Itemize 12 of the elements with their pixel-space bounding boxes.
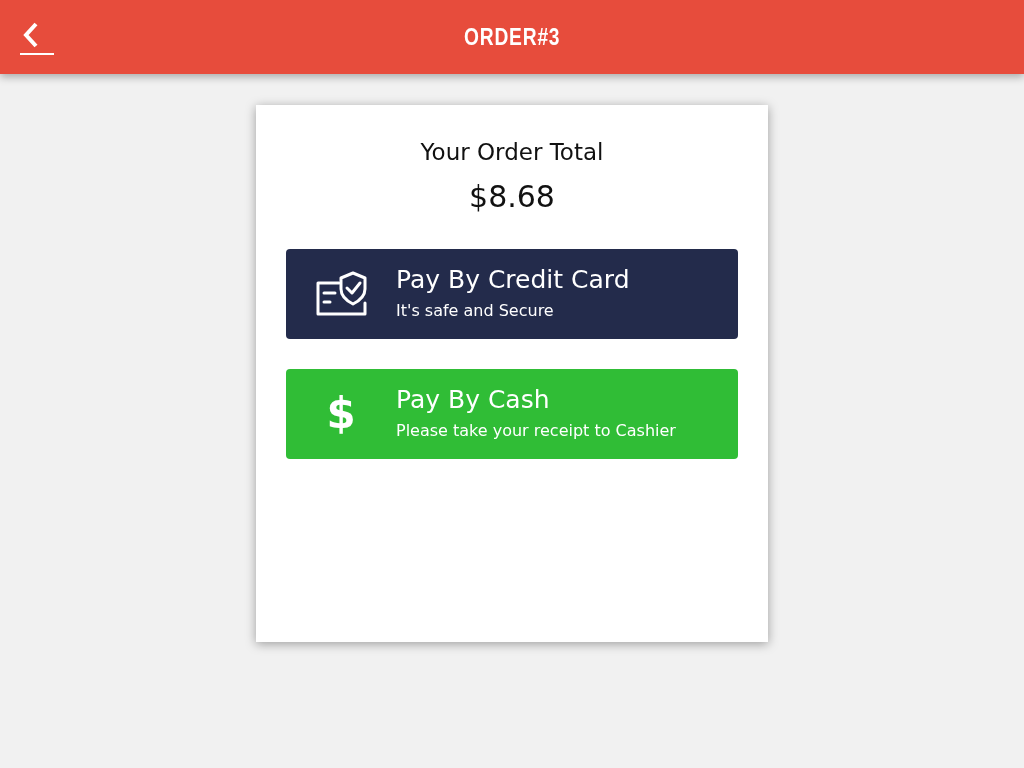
card-shield-icon	[315, 270, 367, 317]
option-subtitle: Please take your receipt to Cashier	[396, 419, 676, 442]
back-button[interactable]	[18, 20, 56, 56]
option-subtitle: It's safe and Secure	[396, 299, 555, 322]
total-label: Your Order Total	[419, 138, 605, 167]
option-title: Pay By Credit Card	[396, 264, 630, 295]
total-amount: $8.68	[468, 177, 556, 216]
payment-option-button[interactable]: Pay By Credit Card It's safe and Secure	[286, 248, 738, 339]
option-title: Pay By Cash	[396, 384, 551, 415]
page-title: ORDER#3	[463, 22, 561, 52]
dollar-icon: $	[326, 392, 356, 435]
back-icon	[18, 20, 56, 56]
